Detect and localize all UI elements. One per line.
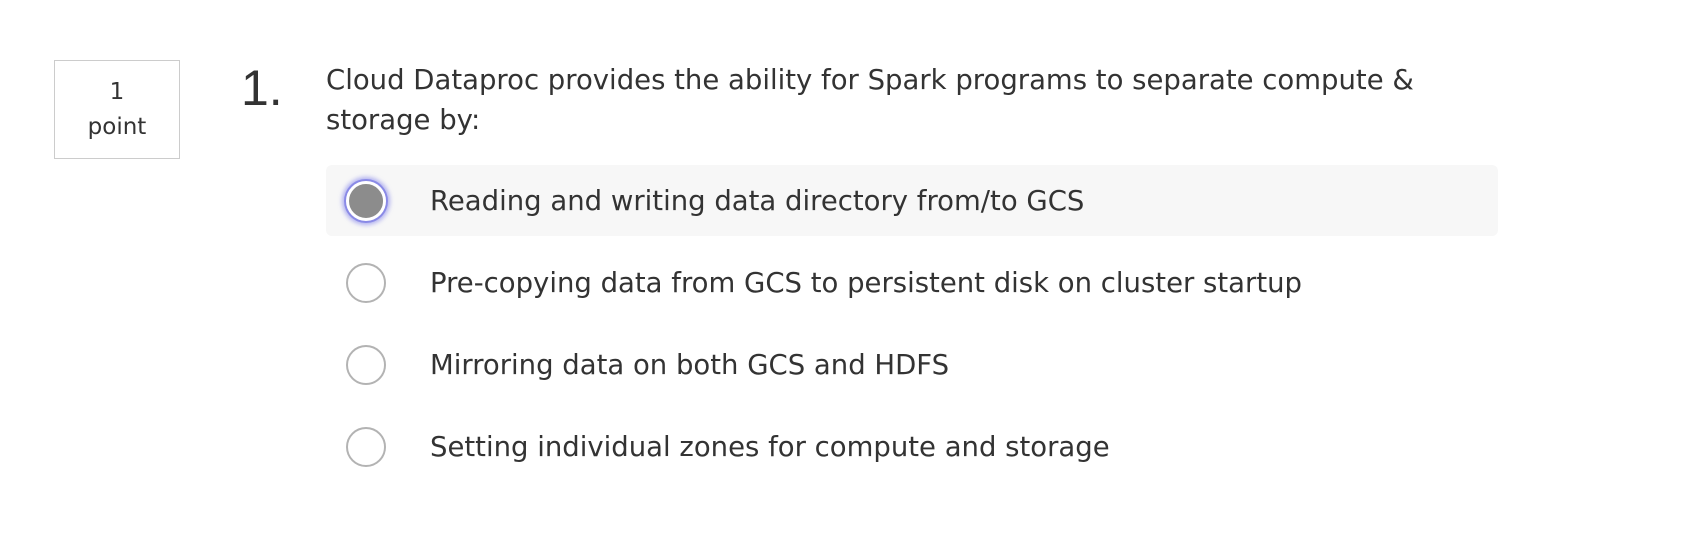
answer-options: Reading and writing data directory from/… bbox=[326, 165, 1498, 493]
radio-button[interactable] bbox=[346, 262, 386, 303]
radio-button[interactable] bbox=[346, 426, 386, 467]
answer-option-label: Mirroring data on both GCS and HDFS bbox=[430, 348, 950, 381]
answer-option[interactable]: Mirroring data on both GCS and HDFS bbox=[326, 329, 1498, 400]
points-badge: 1 point bbox=[54, 60, 180, 159]
points-value: 1 bbox=[109, 78, 125, 105]
answer-option-label: Reading and writing data directory from/… bbox=[430, 184, 1085, 217]
answer-option[interactable]: Reading and writing data directory from/… bbox=[326, 165, 1498, 236]
radio-button-selected[interactable] bbox=[346, 180, 386, 221]
radio-button[interactable] bbox=[346, 344, 386, 385]
answer-option[interactable]: Pre-copying data from GCS to persistent … bbox=[326, 247, 1498, 318]
points-unit: point bbox=[87, 113, 147, 140]
answer-option-label: Setting individual zones for compute and… bbox=[430, 430, 1110, 463]
question-text: Cloud Dataproc provides the ability for … bbox=[326, 64, 1414, 136]
answer-option[interactable]: Setting individual zones for compute and… bbox=[326, 411, 1498, 482]
answer-option-label: Pre-copying data from GCS to persistent … bbox=[430, 266, 1302, 299]
question-number: 1. bbox=[241, 60, 283, 116]
